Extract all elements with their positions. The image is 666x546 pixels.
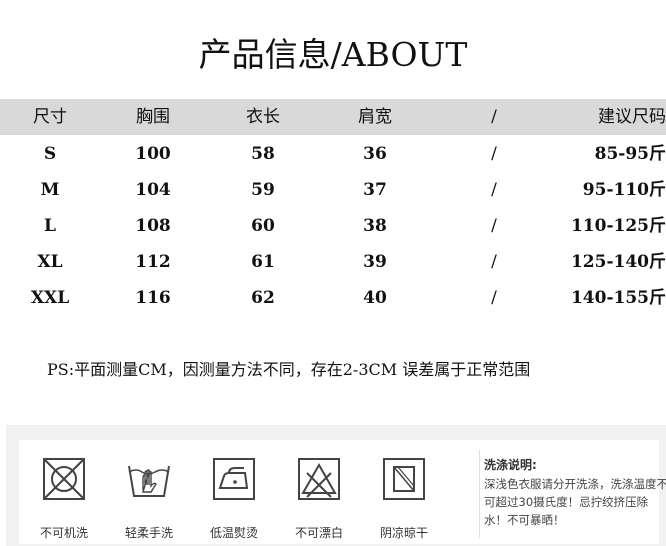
cell-length: 60 — [251, 216, 275, 236]
wash-instructions-title: 洗涤说明: — [484, 458, 537, 472]
cell-slash: / — [491, 144, 497, 164]
cell-slash: / — [491, 252, 497, 272]
table-row: L 108 60 38 / 110-125斤 — [0, 208, 666, 244]
cell-size: XL — [37, 252, 63, 272]
cell-shoulder: 38 — [363, 216, 387, 236]
cell-chest: 104 — [135, 180, 171, 200]
icon-label-low-temp-iron: 低温熨烫 — [209, 526, 258, 540]
gentle-hand-wash-icon — [126, 456, 172, 502]
page-title: 产品信息/ABOUT — [198, 35, 468, 74]
table-row: S 100 58 36 / 85-95斤 — [0, 136, 666, 172]
cell-shoulder: 39 — [363, 252, 387, 272]
cell-recommended-size: 85-95斤 — [594, 144, 666, 164]
cell-slash: / — [491, 180, 497, 200]
cell-shoulder: 40 — [363, 288, 387, 308]
cell-shoulder: 37 — [363, 180, 387, 200]
cell-size: L — [44, 216, 56, 236]
cell-chest: 108 — [135, 216, 171, 236]
icon-label-no-machine-wash: 不可机洗 — [39, 526, 88, 540]
table-header-row: 尺寸 胸围 衣长 肩宽 / 建议尺码 — [0, 99, 666, 135]
cell-size: M — [40, 180, 60, 200]
wash-instructions-text: 深浅色衣服请分开洗涤，洗涤温度不可超过30摄氏度！忌拧绞挤压除水！不可暴晒！ — [484, 477, 666, 527]
shade-dry-icon — [381, 456, 427, 502]
header-slash: / — [491, 107, 497, 127]
cell-length: 62 — [251, 288, 275, 308]
cell-size: XXL — [30, 288, 70, 308]
cell-size: S — [43, 144, 57, 164]
cell-slash: / — [491, 288, 497, 308]
cell-length: 61 — [251, 252, 275, 272]
cell-chest: 112 — [135, 252, 171, 272]
no-bleach-icon — [296, 456, 342, 502]
table-body: S 100 58 36 / 85-95斤 M 104 59 37 / 95-11… — [0, 136, 666, 316]
low-temp-iron-icon — [211, 456, 257, 502]
no-machine-wash-icon — [41, 456, 87, 502]
cell-recommended-size: 110-125斤 — [570, 216, 666, 236]
header-size: 尺寸 — [33, 107, 67, 127]
cell-recommended-size: 125-140斤 — [570, 252, 666, 272]
table-row: XXL 116 62 40 / 140-155斤 — [0, 280, 666, 316]
cell-length: 58 — [251, 144, 275, 164]
size-table: 尺寸 胸围 衣长 肩宽 / 建议尺码 — [0, 99, 666, 135]
table-row: M 104 59 37 / 95-110斤 — [0, 172, 666, 208]
cell-recommended-size: 95-110斤 — [582, 180, 666, 200]
header-shoulder: 肩宽 — [358, 107, 392, 127]
measurement-note: PS:平面测量CM，因测量方法不同，存在2-3CM 误差属于正常范围 — [47, 360, 531, 379]
icon-label-no-bleach: 不可漂白 — [294, 526, 343, 540]
cell-slash: / — [491, 216, 497, 236]
cell-shoulder: 36 — [363, 144, 387, 164]
cell-chest: 100 — [135, 144, 171, 164]
header-chest: 胸围 — [136, 107, 170, 127]
cell-chest: 116 — [135, 288, 171, 308]
cell-recommended-size: 140-155斤 — [570, 288, 666, 308]
header-recommended-size: 建议尺码 — [598, 107, 666, 127]
header-length: 衣长 — [246, 107, 280, 127]
divider — [479, 450, 480, 538]
care-instructions-panel: 不可机洗 轻柔手洗 低温熨烫 不可漂白 阴凉晾干 洗涤说明: 深浅色衣服请分开洗… — [6, 425, 666, 546]
cell-length: 59 — [251, 180, 275, 200]
icon-label-gentle-hand-wash: 轻柔手洗 — [124, 526, 173, 540]
icon-label-shade-dry: 阴凉晾干 — [379, 526, 428, 540]
table-row: XL 112 61 39 / 125-140斤 — [0, 244, 666, 280]
